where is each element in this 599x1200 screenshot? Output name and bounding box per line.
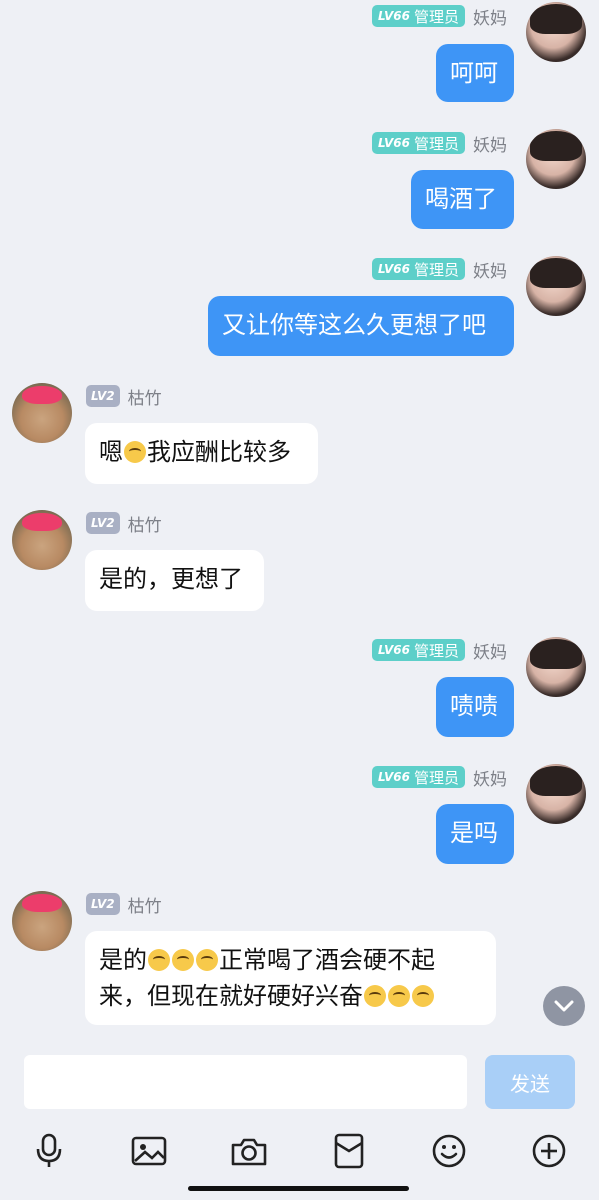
role-label: 管理员 <box>413 641 459 660</box>
role-label: 管理员 <box>413 768 459 787</box>
avatar[interactable] <box>526 2 586 62</box>
admin-badge: LV66 管理员 <box>372 5 465 27</box>
message-bubble[interactable]: 是的 正常喝了酒会硬不起来，但现在就好硬好兴奋 <box>85 931 496 1025</box>
sender-name: 妖妈 <box>473 769 507 790</box>
admin-badge: LV66 管理员 <box>372 258 465 280</box>
message-meta: LV66 管理员 妖妈 <box>372 638 507 663</box>
message-bubble[interactable]: 是的，更想了 <box>85 550 264 611</box>
camera-icon <box>231 1138 267 1166</box>
level-label: LV66 <box>378 770 410 784</box>
avatar[interactable] <box>526 764 586 824</box>
voice-button[interactable] <box>29 1131 69 1171</box>
user-level-badge: LV2 <box>86 385 120 407</box>
chat-message-list[interactable]: LV66 管理员 妖妈 呵呵 LV66 管理员 妖妈 喝酒了 LV66 管理员 … <box>0 0 599 1045</box>
message-text: 啧啧 <box>450 692 498 720</box>
level-label: LV66 <box>378 136 410 150</box>
pleading-emoji-icon <box>172 949 194 971</box>
level-label: LV66 <box>378 643 410 657</box>
role-label: 管理员 <box>413 260 459 279</box>
blushing-emoji-icon <box>364 985 386 1007</box>
more-button[interactable] <box>529 1131 569 1171</box>
level-label: LV2 <box>91 389 115 403</box>
level-label: LV66 <box>378 9 410 23</box>
sender-name: 妖妈 <box>473 135 507 156</box>
home-indicator[interactable] <box>188 1186 409 1191</box>
chevron-down-icon <box>554 1000 574 1012</box>
message-text: 嗯 <box>99 438 123 466</box>
message-meta: LV66 管理员 妖妈 <box>372 765 507 790</box>
user-level-badge: LV2 <box>86 512 120 534</box>
send-button[interactable]: 发送 <box>485 1055 575 1109</box>
avatar[interactable] <box>12 510 72 570</box>
admin-badge: LV66 管理员 <box>372 766 465 788</box>
admin-badge: LV66 管理员 <box>372 132 465 154</box>
message-text: 呵呵 <box>450 59 498 87</box>
message-bubble[interactable]: 嗯我应酬比较多 <box>85 423 318 484</box>
emoji-button[interactable] <box>429 1131 469 1171</box>
pleading-emoji-icon <box>148 949 170 971</box>
message-bubble[interactable]: 又让你等这么久更想了吧 <box>208 296 514 356</box>
message-text: 是的 <box>99 946 147 974</box>
avatar[interactable] <box>526 637 586 697</box>
message-input[interactable] <box>24 1055 467 1109</box>
pleading-emoji-icon <box>196 949 218 971</box>
red-packet-icon <box>334 1133 364 1169</box>
admin-badge: LV66 管理员 <box>372 639 465 661</box>
message-text: 是的，更想了 <box>99 565 243 593</box>
sender-name: 枯竹 <box>127 896 162 917</box>
message-text: 正常喝了酒会硬不起 <box>219 946 435 974</box>
message-bubble[interactable]: 呵呵 <box>436 44 514 102</box>
message-meta: LV66 管理员 妖妈 <box>372 131 507 156</box>
microphone-icon <box>36 1133 62 1167</box>
camera-button[interactable] <box>229 1131 269 1171</box>
message-meta: LV2 枯竹 <box>86 892 162 917</box>
message-input-bar: 发送 <box>0 1045 599 1200</box>
blushing-emoji-icon <box>412 985 434 1007</box>
message-text: 是吗 <box>450 819 498 847</box>
scroll-to-bottom-button[interactable] <box>543 986 585 1026</box>
message-bubble[interactable]: 是吗 <box>436 804 514 864</box>
message-text: 我应酬比较多 <box>147 438 291 466</box>
message-meta: LV2 枯竹 <box>86 511 162 536</box>
level-label: LV2 <box>91 897 115 911</box>
sender-name: 枯竹 <box>127 388 162 409</box>
level-label: LV66 <box>378 262 410 276</box>
message-meta: LV2 枯竹 <box>86 384 162 409</box>
image-button[interactable] <box>129 1131 169 1171</box>
user-level-badge: LV2 <box>86 893 120 915</box>
sender-name: 枯竹 <box>127 515 162 536</box>
sender-name: 妖妈 <box>473 8 507 29</box>
message-meta: LV66 管理员 妖妈 <box>372 257 507 282</box>
flushed-emoji-icon <box>124 441 146 463</box>
image-icon <box>131 1136 167 1166</box>
sender-name: 妖妈 <box>473 261 507 282</box>
message-bubble[interactable]: 啧啧 <box>436 677 514 737</box>
role-label: 管理员 <box>413 134 459 153</box>
sender-name: 妖妈 <box>473 642 507 663</box>
level-label: LV2 <box>91 516 115 530</box>
avatar[interactable] <box>526 256 586 316</box>
message-text: 又让你等这么久更想了吧 <box>222 311 486 339</box>
avatar[interactable] <box>12 891 72 951</box>
plus-icon <box>532 1134 566 1168</box>
emoji-icon <box>432 1134 466 1168</box>
avatar[interactable] <box>526 129 586 189</box>
send-button-label: 发送 <box>510 1071 550 1096</box>
input-toolbar <box>0 1125 599 1173</box>
message-bubble[interactable]: 喝酒了 <box>411 170 514 229</box>
blushing-emoji-icon <box>388 985 410 1007</box>
red-packet-button[interactable] <box>329 1131 369 1171</box>
role-label: 管理员 <box>413 7 459 26</box>
message-meta: LV66 管理员 妖妈 <box>372 4 507 29</box>
avatar[interactable] <box>12 383 72 443</box>
message-text: 喝酒了 <box>425 185 497 213</box>
message-text: 来，但现在就好硬好兴奋 <box>99 982 363 1010</box>
